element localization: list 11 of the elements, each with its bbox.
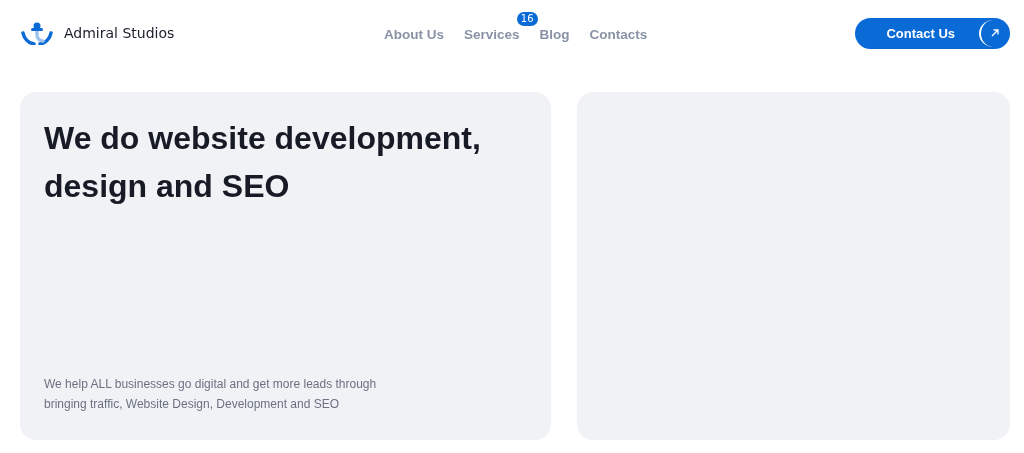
count-badge: 16 [516, 11, 538, 26]
nav-link[interactable]: Blog [539, 26, 570, 42]
hero-title: We do website development, design and SEO [44, 119, 482, 206]
anchor-logo-icon[interactable] [20, 21, 54, 45]
nav-link[interactable]: About Us [384, 26, 444, 42]
hero-description: We help ALL businesses go digital and get more leads through bringing traffic, Website Design, Development and SEO [44, 376, 378, 413]
contact-button[interactable]: Contact Us [855, 17, 1010, 49]
nav-link[interactable]: Contacts [589, 26, 648, 42]
brand-name[interactable]: Admiral Studios [64, 25, 175, 41]
nav-link[interactable]: Services [464, 26, 520, 42]
arrow-up-right-icon [989, 28, 1000, 38]
